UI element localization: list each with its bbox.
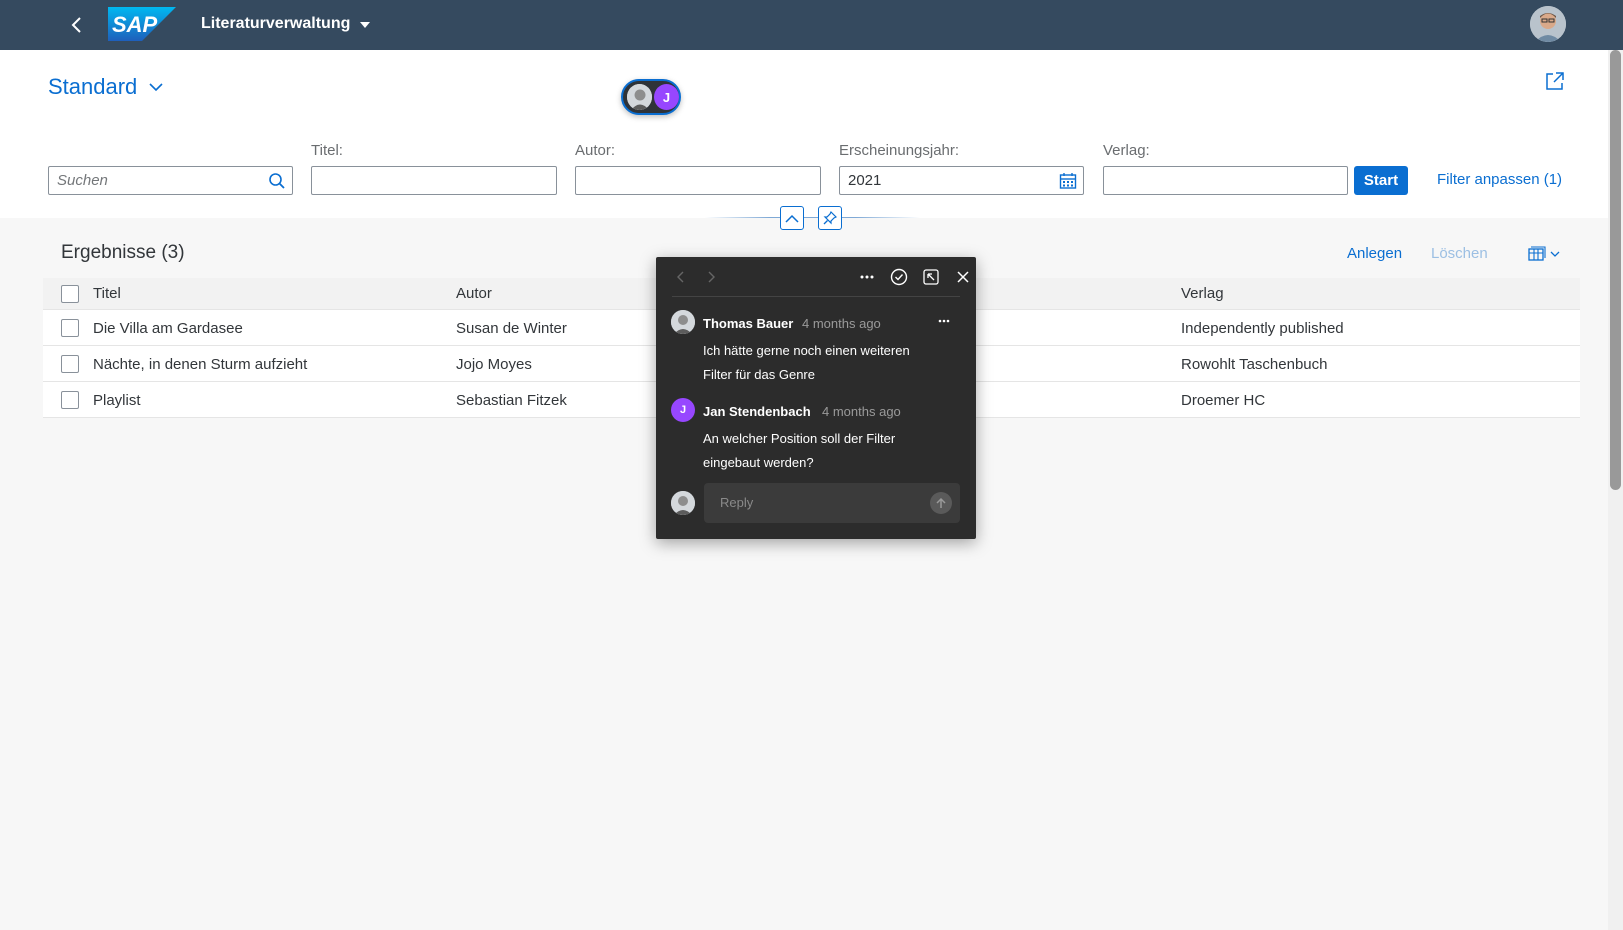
row-checkbox[interactable] <box>61 391 79 409</box>
cell-author: Susan de Winter <box>456 320 567 337</box>
year-filter-input[interactable]: 2021 <box>839 166 1084 195</box>
filter-header: Standard J Suchen Titel: Autor: Erschein… <box>0 50 1608 218</box>
header-divider <box>705 217 920 218</box>
delete-button[interactable]: Löschen <box>1431 245 1488 262</box>
comment-author: Thomas Bauer <box>703 316 794 331</box>
variant-selector[interactable]: Standard <box>48 74 163 100</box>
cell-publisher: Rowohlt Taschenbuch <box>1181 356 1328 373</box>
cell-author: Sebastian Fitzek <box>456 392 567 409</box>
author-filter-label: Autor: <box>575 142 616 159</box>
reply-placeholder: Reply <box>720 495 754 510</box>
comment-time: 4 months ago <box>802 316 881 331</box>
adapt-filters-link[interactable]: Filter anpassen (1) <box>1437 171 1562 188</box>
comment-text-line: Filter für das Genre <box>703 367 815 382</box>
row-checkbox[interactable] <box>61 319 79 337</box>
select-all-checkbox[interactable] <box>61 285 79 303</box>
column-header-publisher[interactable]: Verlag <box>1181 285 1224 302</box>
send-icon[interactable] <box>930 492 952 514</box>
search-placeholder: Suchen <box>57 172 108 189</box>
avatar <box>671 310 695 334</box>
collapse-header-button[interactable] <box>780 206 804 230</box>
cell-publisher: Droemer HC <box>1181 392 1266 409</box>
next-thread-icon[interactable] <box>702 268 720 286</box>
chevron-down-icon <box>1550 251 1560 257</box>
column-header-author[interactable]: Autor <box>456 285 492 302</box>
collaborators-badge[interactable]: J <box>621 79 681 115</box>
more-options-icon[interactable] <box>858 268 876 286</box>
resolve-icon[interactable] <box>890 268 908 286</box>
create-button[interactable]: Anlegen <box>1347 245 1402 262</box>
publisher-filter-label: Verlag: <box>1103 142 1150 159</box>
calendar-icon[interactable] <box>1059 172 1077 190</box>
comment-text-line: eingebaut werden? <box>703 455 814 470</box>
year-filter-label: Erscheinungsjahr: <box>839 142 960 159</box>
reply-input[interactable]: Reply <box>704 483 960 523</box>
search-icon[interactable] <box>268 172 286 190</box>
year-filter-value: 2021 <box>848 172 882 189</box>
cell-publisher: Independently published <box>1181 320 1344 337</box>
variant-name: Standard <box>48 74 138 99</box>
start-button[interactable]: Start <box>1354 166 1408 195</box>
author-filter-input[interactable] <box>575 166 821 195</box>
scrollbar-thumb[interactable] <box>1610 50 1621 490</box>
comment-author: Jan Stendenbach <box>703 404 811 419</box>
comment-text-line: An welcher Position soll der Filter <box>703 431 896 446</box>
publisher-filter-input[interactable] <box>1103 166 1348 195</box>
comment-more-icon[interactable] <box>935 312 953 330</box>
row-checkbox[interactable] <box>61 355 79 373</box>
comment-text: Ich hätte gerne noch einen weiteren Filt… <box>703 339 943 387</box>
search-input[interactable]: Suchen <box>48 166 293 195</box>
comment-toolbar <box>672 257 969 297</box>
cell-title: Nächte, in denen Sturm aufzieht <box>93 356 308 373</box>
pin-header-button[interactable] <box>818 206 842 230</box>
avatar-initial: J <box>671 398 695 422</box>
chevron-down-icon <box>149 82 163 91</box>
share-icon[interactable] <box>1544 70 1566 92</box>
cell-author: Jojo Moyes <box>456 356 532 373</box>
user-avatar[interactable] <box>1530 6 1566 42</box>
cell-title: Playlist <box>93 392 141 409</box>
caret-down-icon <box>360 22 371 28</box>
app-title: Literaturverwaltung <box>201 15 351 32</box>
avatar <box>671 491 695 515</box>
avatar-initial: J <box>654 84 679 110</box>
close-icon[interactable] <box>954 268 972 286</box>
comment-thread-popover: Thomas Bauer 4 months ago Ich hätte gern… <box>656 257 976 539</box>
comment-time: 4 months ago <box>822 404 901 419</box>
table-settings-icon <box>1528 246 1546 261</box>
logo-text: SAP <box>112 12 158 37</box>
comment-text: An welcher Position soll der Filter eing… <box>703 427 943 475</box>
previous-thread-icon[interactable] <box>672 268 690 286</box>
sap-logo[interactable]: SAP <box>108 7 176 41</box>
app-title-menu[interactable]: Literaturverwaltung <box>201 15 371 33</box>
title-filter-label: Titel: <box>311 142 343 159</box>
back-icon[interactable] <box>64 13 88 37</box>
page-scrollbar[interactable] <box>1608 50 1623 930</box>
column-header-title[interactable]: Titel <box>93 285 121 302</box>
chevron-up-icon <box>785 214 799 223</box>
avatar <box>627 84 652 110</box>
results-title: Ergebnisse (3) <box>61 242 185 263</box>
shell-bar: SAP Literaturverwaltung <box>0 0 1623 50</box>
cell-title: Die Villa am Gardasee <box>93 320 243 337</box>
expand-icon[interactable] <box>922 268 940 286</box>
table-settings-button[interactable] <box>1528 245 1564 263</box>
title-filter-input[interactable] <box>311 166 557 195</box>
comment-text-line: Ich hätte gerne noch einen weiteren <box>703 343 910 358</box>
pin-icon <box>823 211 837 225</box>
